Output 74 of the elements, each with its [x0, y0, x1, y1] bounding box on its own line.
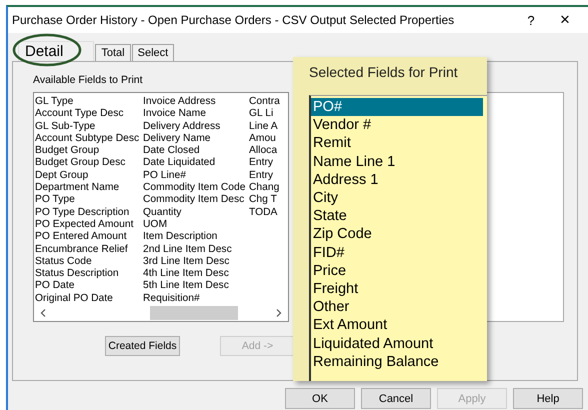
list-item[interactable]: TODA	[249, 206, 287, 219]
list-item[interactable]: Dept Group	[35, 170, 143, 182]
list-item[interactable]: PO Entered Amount	[35, 231, 143, 244]
list-item[interactable]: 5th Line Item Desc	[143, 280, 249, 293]
list-item[interactable]: Line A	[249, 120, 287, 133]
dialog-button[interactable]: Cancel	[361, 388, 431, 409]
list-item[interactable]: Date Liquidated	[143, 157, 249, 170]
list-item[interactable]: Item Description	[143, 231, 249, 244]
list-item[interactable]: Alloca	[249, 145, 287, 158]
list-item[interactable]: Status Description	[35, 268, 143, 280]
list-item[interactable]: 3rd Line Item Desc	[143, 256, 249, 268]
list-item[interactable]: Original PO Date	[35, 292, 143, 305]
dialog-button[interactable]: Help	[513, 388, 583, 409]
list-item[interactable]: Other	[311, 298, 483, 316]
list-item[interactable]: State	[311, 207, 483, 226]
list-item[interactable]: Contra	[249, 96, 287, 108]
callout-title: Selected Fields for Print	[308, 63, 459, 82]
list-item[interactable]: Commodity Item Code	[143, 182, 249, 194]
list-item[interactable]: Chg T	[249, 194, 287, 207]
window-title: Purchase Order History - Open Purchase Orders - CSV Output Selected Properties	[12, 13, 456, 27]
list-item[interactable]: UOM	[143, 218, 249, 232]
available-fields-list[interactable]	[33, 92, 289, 322]
list-item[interactable]: PO Type	[35, 194, 143, 207]
list-item[interactable]: Account Subtype Desc	[35, 132, 143, 146]
list-item[interactable]: GL Type	[35, 96, 143, 108]
list-item[interactable]: Date Closed	[143, 145, 249, 158]
list-item[interactable]: Invoice Address	[143, 96, 249, 108]
close-button[interactable]: ×	[548, 8, 582, 32]
list-item[interactable]: Quantity	[143, 206, 249, 219]
list-item[interactable]: Remit	[311, 134, 483, 153]
list-item[interactable]: Price	[311, 262, 483, 280]
dialog-button[interactable]: OK	[285, 388, 355, 409]
list-item[interactable]: Department Name	[35, 182, 143, 194]
list-item[interactable]: Liquidated Amount	[311, 334, 483, 353]
list-item[interactable]: GL Sub-Type	[35, 120, 143, 133]
list-item[interactable]: 2nd Line Item Desc	[143, 244, 249, 256]
scroll-right-icon[interactable]	[276, 309, 282, 317]
list-item[interactable]: PO Type Description	[35, 206, 143, 219]
list-item[interactable]: City	[311, 189, 483, 208]
list-item[interactable]: Account Type Desc	[35, 108, 143, 121]
list-item[interactable]: Ext Amount	[311, 316, 483, 335]
list-item[interactable]: Entry	[249, 170, 287, 182]
list-item[interactable]: Budget Group Desc	[35, 157, 143, 170]
dialog-button[interactable]: Created Fields	[105, 336, 180, 356]
available-fields-label: Available Fields to Print	[33, 74, 144, 88]
list-item[interactable]: Chang	[249, 182, 287, 194]
list-item[interactable]: PO#	[311, 98, 483, 116]
list-item[interactable]: Freight	[311, 280, 483, 298]
help-button[interactable]: ?	[514, 8, 548, 32]
tab[interactable]: Total	[95, 44, 131, 61]
list-item[interactable]: 4th Line Item Desc	[143, 268, 249, 280]
list-item[interactable]: PO Date	[35, 280, 143, 293]
scroll-left-icon[interactable]	[40, 309, 46, 317]
list-item[interactable]: Entry	[249, 157, 287, 170]
list-item[interactable]: GL Li	[249, 108, 287, 121]
list-item[interactable]: Delivery Name	[143, 132, 249, 146]
list-item[interactable]: FID#	[311, 244, 483, 262]
list-item[interactable]: PO Expected Amount	[35, 218, 143, 232]
tab[interactable]: Select	[132, 44, 174, 61]
list-item[interactable]: Budget Group	[35, 145, 143, 158]
list-item[interactable]: Status Code	[35, 256, 143, 268]
list-item[interactable]: Encumbrance Relief	[35, 244, 143, 256]
list-item[interactable]: Amou	[249, 132, 287, 146]
list-item[interactable]: Zip Code	[311, 225, 483, 244]
list-item[interactable]: Address 1	[311, 170, 483, 190]
tab[interactable]: Detail	[18, 41, 94, 61]
list-item[interactable]: Name Line 1	[311, 152, 483, 171]
list-item[interactable]: PO Line#	[143, 170, 249, 182]
list-item[interactable]: Remaining Balance	[311, 352, 483, 372]
list-item[interactable]: Vendor #	[311, 116, 483, 134]
list-item[interactable]: Invoice Name	[143, 108, 249, 121]
list-item[interactable]: Requisition#	[143, 292, 249, 305]
list-item[interactable]: Delivery Address	[143, 120, 249, 133]
list-item[interactable]: Commodity Item Desc	[143, 194, 249, 207]
